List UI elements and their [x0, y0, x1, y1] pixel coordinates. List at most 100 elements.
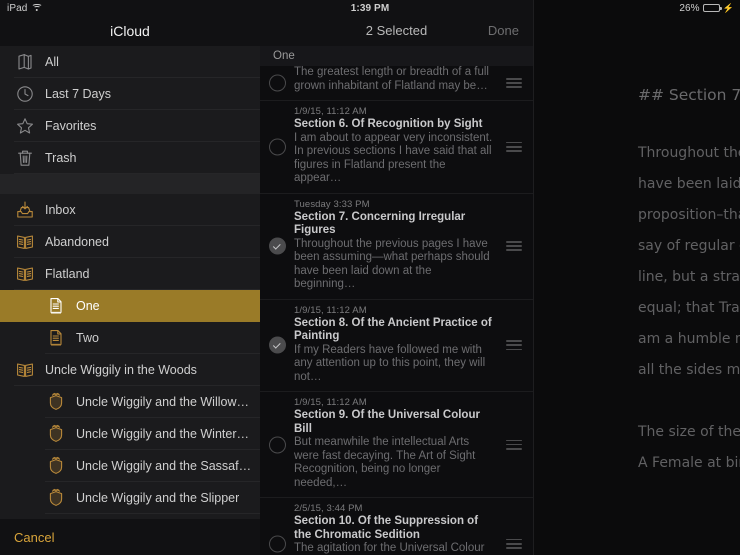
- battery-percent-label: 26%: [679, 2, 700, 14]
- sidebar: iCloud All Last 7 Days Favorites Trash Inbox…: [0, 0, 260, 555]
- document-icon: [45, 327, 67, 349]
- note-select-checkbox[interactable]: [269, 336, 286, 354]
- crest-badge-icon: [45, 487, 67, 509]
- sidebar-item-label: Inbox: [45, 203, 76, 217]
- editor-line: say of regular co: [638, 238, 740, 254]
- status-bar-clock: 1:39 PM: [350, 2, 390, 14]
- reorder-handle-icon[interactable]: [506, 538, 522, 549]
- crest-badge-icon: [45, 455, 67, 477]
- open-book-icon: [14, 231, 36, 253]
- sidebar-item-label: Uncle Wiggily and the Willow…: [76, 395, 249, 409]
- sidebar-item-label: Favorites: [45, 119, 97, 133]
- note-list-scroll[interactable]: The greatest length or breadth of a full…: [260, 66, 533, 555]
- sidebar-item-flatland[interactable]: Flatland: [0, 258, 260, 290]
- sidebar-item-abandoned[interactable]: Abandoned: [0, 226, 260, 258]
- sidebar-item-label: Uncle Wiggily and the Slipper: [76, 491, 240, 505]
- note-select-checkbox[interactable]: [269, 237, 286, 255]
- note-list-item[interactable]: 1/9/15, 11:12 AM Section 6. Of Recognitio…: [260, 101, 533, 194]
- cancel-button-label: Cancel: [14, 529, 55, 545]
- sidebar-list[interactable]: All Last 7 Days Favorites Trash Inbox Abandon…: [0, 46, 260, 555]
- note-select-checkbox[interactable]: [269, 138, 286, 156]
- clock-icon: [14, 83, 36, 105]
- editor-line: line, but a straigh: [638, 269, 740, 285]
- editor-line: am a humble me: [638, 331, 740, 347]
- editor-blank-line: [578, 386, 740, 417]
- sidebar-item-label: Uncle Wiggily and the Winter…: [76, 427, 249, 441]
- sidebar-item-uncle-wiggily-and-the-slipper[interactable]: Uncle Wiggily and the Slipper: [0, 482, 260, 514]
- sidebar-item-label: All: [45, 55, 59, 69]
- page-title: iCloud: [110, 23, 150, 39]
- document-icon: [45, 295, 67, 317]
- sidebar-item-label: Uncle Wiggily and the Sassaf…: [76, 459, 252, 473]
- note-list-item[interactable]: The greatest length or breadth of a full…: [260, 66, 533, 101]
- editor-line: have been laid d: [638, 176, 740, 192]
- open-book-icon: [14, 359, 36, 381]
- crest-badge-icon: [45, 391, 67, 413]
- sidebar-item-uncle-wiggily-and-the-sassaf[interactable]: Uncle Wiggily and the Sassaf…: [0, 450, 260, 482]
- reorder-handle-icon[interactable]: [506, 141, 522, 152]
- note-select-checkbox[interactable]: [269, 535, 286, 553]
- reorder-handle-icon[interactable]: [506, 439, 522, 450]
- note-list-item[interactable]: 2/5/15, 3:44 PM Section 10. Of the Suppre…: [260, 498, 533, 555]
- trash-icon: [14, 147, 36, 169]
- note-title: Section 9. Of the Universal Colour Bill: [294, 409, 480, 435]
- sidebar-item-uncle-wiggily-in-the-woods[interactable]: Uncle Wiggily in the Woods: [0, 354, 260, 386]
- sidebar-item-uncle-wiggily-and-the-willow[interactable]: Uncle Wiggily and the Willow…: [0, 386, 260, 418]
- star-icon: [14, 115, 36, 137]
- note-date: 1/9/15, 11:12 AM: [294, 304, 367, 316]
- note-title: Section 10. Of the Suppression of the Ch…: [294, 515, 479, 541]
- note-preview: But meanwhile the intellectual Arts were…: [294, 436, 476, 489]
- lightning-bolt-icon: ⚡: [722, 2, 734, 13]
- sidebar-item-uncle-wiggily-and-the-winter[interactable]: Uncle Wiggily and the Winter…: [0, 418, 260, 450]
- cancel-button[interactable]: Cancel: [0, 519, 260, 555]
- note-select-checkbox[interactable]: [269, 74, 286, 92]
- open-book-icon: [14, 263, 36, 285]
- sidebar-item-label: Trash: [45, 151, 77, 165]
- sidebar-item-last-7-days[interactable]: Last 7 Days: [0, 78, 260, 110]
- reorder-handle-icon[interactable]: [506, 340, 522, 351]
- battery-icon: [702, 4, 722, 12]
- note-list-section-header: One: [260, 46, 533, 66]
- note-date: 1/9/15, 11:12 AM: [294, 397, 367, 408]
- editor-heading: ## Section 7. Conce: [638, 86, 740, 104]
- note-title: Section 6. Of Recognition by Sight: [294, 118, 483, 130]
- reorder-handle-icon[interactable]: [506, 78, 522, 88]
- sidebar-item-label: One: [76, 299, 100, 313]
- done-button[interactable]: Done: [488, 23, 519, 38]
- sidebar-item-label: Two: [76, 331, 99, 345]
- note-select-checkbox[interactable]: [269, 436, 286, 453]
- sidebar-item-label: Flatland: [45, 267, 90, 281]
- editor-line: The size of the si: [638, 424, 740, 440]
- status-bar: iPad 1:39 PM 26% ⚡: [0, 0, 740, 16]
- sidebar-item-favorites[interactable]: Favorites: [0, 110, 260, 142]
- crest-badge-icon: [45, 423, 67, 445]
- note-title: Section 8. Of the Ancient Practice of Pa…: [294, 316, 492, 343]
- inbox-tray-icon: [14, 199, 36, 221]
- sidebar-item-inbox[interactable]: Inbox: [0, 194, 260, 226]
- note-preview: If my Readers have followed me with any …: [294, 343, 486, 383]
- editor-text-body[interactable]: ## Section 7. Conce Throughout the p have …: [534, 46, 740, 479]
- sidebar-item-two[interactable]: Two: [0, 322, 260, 354]
- sidebar-item-label: Last 7 Days: [45, 87, 112, 101]
- sidebar-item-all[interactable]: All: [0, 46, 260, 78]
- editor-line: Throughout the p: [638, 145, 740, 161]
- note-list-item[interactable]: 1/9/15, 11:12 AM Section 8. Of the Ancien…: [260, 299, 533, 392]
- sidebar-item-label: Abandoned: [45, 235, 109, 249]
- status-bar-right: 26% ⚡: [679, 3, 734, 14]
- note-list-item[interactable]: 1/9/15, 11:12 AM Section 9. Of the Univer…: [260, 392, 533, 498]
- note-title: Section 7. Concerning Irregular Figures: [294, 210, 466, 237]
- note-list-panel: 2 Selected Done One The greatest length …: [260, 0, 534, 555]
- note-list-item[interactable]: Tuesday 3:33 PM Section 7. Concerning Irr…: [260, 193, 533, 300]
- note-date: 2/5/15, 3:44 PM: [294, 503, 363, 514]
- sidebar-item-one[interactable]: One: [0, 290, 260, 322]
- note-preview: I am about to appear very inconsistent. …: [294, 131, 493, 185]
- editor-panel[interactable]: ## Section 7. Conce Throughout the p have …: [534, 0, 740, 555]
- sidebar-item-trash[interactable]: Trash: [0, 142, 260, 174]
- editor-line: equal; that Trade: [638, 300, 740, 316]
- books-stack-icon: [14, 51, 36, 73]
- note-date: 1/9/15, 11:12 AM: [294, 106, 367, 117]
- note-date: Tuesday 3:33 PM: [294, 198, 370, 210]
- sidebar-item-label: Uncle Wiggily in the Woods: [45, 363, 197, 377]
- reorder-handle-icon[interactable]: [506, 241, 522, 251]
- note-preview: The greatest length or breadth of a full…: [294, 66, 489, 92]
